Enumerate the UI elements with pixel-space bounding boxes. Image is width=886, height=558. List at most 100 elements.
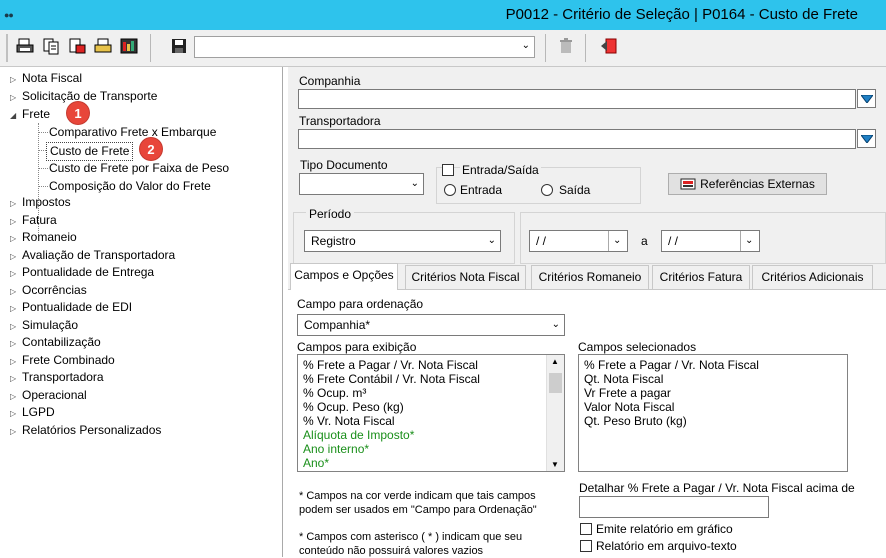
tab-criterios-nota-fiscal[interactable]: Critérios Nota Fiscal [405, 265, 526, 289]
grafico-checkbox[interactable] [580, 523, 592, 535]
tipo-documento-select[interactable]: ⌄ [299, 173, 424, 195]
title-bar: ●● P0012 - Critério de Seleção | P0164 -… [0, 0, 886, 30]
tree-item-impostos[interactable]: ▷ Impostos [10, 194, 71, 211]
tree-item-operacional[interactable]: ▷ Operacional [10, 387, 87, 404]
tree-item-solicitacao-transporte[interactable]: ▷ Solicitação de Transporte [10, 88, 157, 105]
exit-icon[interactable] [600, 37, 618, 55]
tree-item-nota-fiscal[interactable]: ▷ Nota Fiscal [10, 70, 82, 87]
detalhar-input[interactable] [579, 496, 769, 518]
transportadora-field[interactable] [298, 129, 856, 149]
list-item[interactable]: Valor Nota Fiscal [579, 400, 847, 414]
tree-item-pontualidade-edi[interactable]: ▷ Pontualidade de EDI [10, 299, 132, 316]
exibicao-list[interactable]: % Frete a Pagar / Vr. Nota Fiscal % Fret… [297, 354, 565, 472]
expand-icon[interactable]: ▷ [10, 388, 22, 405]
tab-campos-opcoes[interactable]: Campos e Opções [290, 263, 398, 290]
list-item[interactable]: Ano interno* [298, 442, 564, 456]
list-item[interactable]: % Ocup. m³ [298, 386, 564, 400]
tree-item-frete[interactable]: ◢ Frete [10, 106, 50, 123]
date-from-field[interactable]: / / ⌄ [529, 230, 628, 252]
collapse-icon[interactable]: ◢ [10, 107, 22, 124]
expand-icon[interactable]: ▷ [10, 283, 22, 300]
chevron-down-icon[interactable]: ⌄ [608, 231, 627, 251]
tab-criterios-fatura[interactable]: Critérios Fatura [652, 265, 750, 289]
expand-icon[interactable]: ▷ [10, 213, 22, 230]
transportadora-dropdown-button[interactable] [857, 129, 876, 148]
texto-checkbox[interactable] [580, 540, 592, 552]
toolbar-combo[interactable]: ⌄ [194, 36, 535, 58]
expand-icon[interactable]: ▷ [10, 300, 22, 317]
tree-item-avaliacao-transportadora[interactable]: ▷ Avaliação de Transportadora [10, 247, 175, 264]
expand-icon[interactable]: ▷ [10, 370, 22, 387]
report-tree: ▷ Nota Fiscal ▷ Solicitação de Transporte … [0, 67, 283, 557]
toolbar: ⌄ [0, 30, 886, 67]
tree-item-pontualidade-entrega[interactable]: ▷ Pontualidade de Entrega [10, 264, 154, 281]
list-item[interactable]: % Frete Contábil / Vr. Nota Fiscal [298, 372, 564, 386]
expand-icon[interactable]: ▷ [10, 230, 22, 247]
step-badge-1: 1 [67, 102, 89, 124]
companhia-field[interactable] [298, 89, 856, 109]
tab-criterios-adicionais[interactable]: Critérios Adicionais [752, 265, 873, 289]
list-item[interactable]: % Vr. Nota Fiscal [298, 414, 564, 428]
external-reference-icon [680, 178, 696, 190]
entrada-radio[interactable] [444, 184, 456, 196]
periodo-select[interactable]: Registro ⌄ [304, 230, 501, 252]
save-icon[interactable] [170, 37, 188, 55]
expand-icon[interactable]: ▷ [10, 318, 22, 335]
referencias-externas-button[interactable]: Referências Externas [668, 173, 827, 195]
expand-icon[interactable]: ▷ [10, 195, 22, 212]
expand-icon[interactable]: ▷ [10, 423, 22, 440]
toolbar-separator [585, 34, 586, 62]
expand-icon[interactable]: ▷ [10, 71, 22, 88]
tree-item-custo-de-frete[interactable]: Custo de Frete [46, 142, 134, 161]
ordenacao-select[interactable]: Companhia* ⌄ [297, 314, 565, 336]
tree-item-ocorrencias[interactable]: ▷ Ocorrências [10, 282, 87, 299]
tree-item-custo-frete-faixa-peso[interactable]: Custo de Frete por Faixa de Peso [49, 160, 229, 177]
exibicao-scrollbar[interactable]: ▲ ▼ [546, 355, 564, 471]
entrada-saida-checkbox[interactable] [442, 164, 454, 176]
window-menu-icon[interactable]: ●● [4, 10, 14, 20]
expand-icon[interactable]: ▷ [10, 353, 22, 370]
chevron-down-icon[interactable]: ⌄ [740, 231, 759, 251]
transportadora-label: Transportadora [299, 114, 381, 128]
trash-icon[interactable] [557, 37, 575, 55]
scroll-thumb[interactable] [549, 373, 562, 393]
list-item[interactable]: % Frete a Pagar / Vr. Nota Fiscal [298, 358, 564, 372]
tree-item-fatura[interactable]: ▷ Fatura [10, 212, 57, 229]
date-to-field[interactable]: / / ⌄ [661, 230, 760, 252]
tree-item-lgpd[interactable]: ▷ LGPD [10, 404, 55, 421]
printer-icon[interactable] [94, 37, 112, 55]
expand-icon[interactable]: ▷ [10, 335, 22, 352]
list-item[interactable]: Alíquota de Imposto* [298, 428, 564, 442]
tree-item-contabilizacao[interactable]: ▷ Contabilização [10, 334, 101, 351]
chevron-down-icon: ⌄ [521, 40, 530, 51]
scroll-down-icon[interactable]: ▼ [551, 460, 559, 469]
toolbar-grip [6, 34, 8, 62]
report-icon[interactable] [120, 37, 138, 55]
scroll-up-icon[interactable]: ▲ [551, 357, 559, 366]
export-icon[interactable] [68, 37, 86, 55]
list-item[interactable]: Qt. Peso Bruto (kg) [579, 414, 847, 428]
tab-criterios-romaneio[interactable]: Critérios Romaneio [531, 265, 649, 289]
tree-item-comparativo-frete[interactable]: Comparativo Frete x Embarque [49, 124, 216, 141]
expand-icon[interactable]: ▷ [10, 89, 22, 106]
companhia-dropdown-button[interactable] [857, 89, 876, 108]
list-item[interactable]: % Ocup. Peso (kg) [298, 400, 564, 414]
tree-item-composicao-valor-frete[interactable]: Composição do Valor do Frete [49, 178, 211, 195]
list-item[interactable]: Vr Frete a pagar [579, 386, 847, 400]
tree-item-frete-combinado[interactable]: ▷ Frete Combinado [10, 352, 115, 369]
copy-icon[interactable] [42, 37, 60, 55]
toolbar-separator [545, 34, 546, 62]
expand-icon[interactable]: ▷ [10, 248, 22, 265]
tree-item-romaneio[interactable]: ▷ Romaneio [10, 229, 77, 246]
list-item[interactable]: Ano* [298, 456, 564, 470]
selecionados-list[interactable]: % Frete a Pagar / Vr. Nota Fiscal Qt. No… [578, 354, 848, 472]
expand-icon[interactable]: ▷ [10, 405, 22, 422]
print-icon[interactable] [16, 37, 34, 55]
tree-item-transportadora[interactable]: ▷ Transportadora [10, 369, 104, 386]
list-item[interactable]: % Frete a Pagar / Vr. Nota Fiscal [579, 358, 847, 372]
saida-radio[interactable] [541, 184, 553, 196]
expand-icon[interactable]: ▷ [10, 265, 22, 282]
tree-item-relatorios-personalizados[interactable]: ▷ Relatórios Personalizados [10, 422, 161, 439]
tree-item-simulacao[interactable]: ▷ Simulação [10, 317, 78, 334]
list-item[interactable]: Qt. Nota Fiscal [579, 372, 847, 386]
